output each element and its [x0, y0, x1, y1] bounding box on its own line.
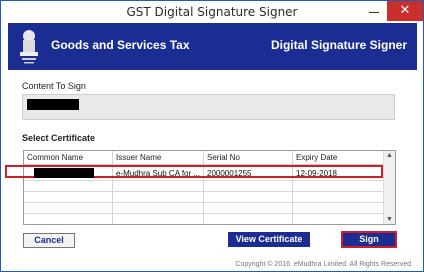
content-to-sign-label: Content To Sign	[22, 81, 86, 91]
national-emblem-icon	[20, 30, 38, 64]
redacted-common-name	[34, 168, 94, 178]
window-title: GST Digital Signature Signer	[126, 5, 298, 19]
column-header[interactable]: Serial No	[207, 153, 240, 162]
redacted-content	[27, 99, 79, 110]
certificate-table: Common Name Issuer Name Serial No Expiry…	[23, 150, 396, 225]
column-header[interactable]: Common Name	[27, 153, 83, 162]
minimize-icon[interactable]	[367, 3, 381, 17]
signer-window: GST Digital Signature Signer ✕ Goods and…	[0, 0, 424, 272]
sign-button[interactable]: Sign	[341, 231, 397, 248]
column-header[interactable]: Issuer Name	[116, 153, 161, 162]
row-divider	[24, 180, 383, 181]
row-divider	[24, 202, 383, 203]
content-to-sign-box	[22, 94, 395, 120]
column-header[interactable]: Expiry Date	[296, 153, 337, 162]
row-divider	[24, 213, 383, 214]
scroll-up-icon[interactable]: ▲	[386, 152, 393, 159]
select-certificate-label: Select Certificate	[22, 133, 96, 143]
gst-title: Goods and Services Tax	[51, 38, 190, 52]
row-divider	[24, 191, 383, 192]
product-title: Digital Signature Signer	[270, 38, 407, 52]
close-button[interactable]: ✕	[387, 1, 423, 21]
copyright-footer: Copyright © 2016. eMudhra Limited. All R…	[235, 261, 411, 268]
title-bar[interactable]: GST Digital Signature Signer ✕	[1, 1, 423, 23]
view-certificate-button[interactable]: View Certificate	[228, 232, 310, 247]
header-banner: Goods and Services Tax Digital Signature…	[8, 23, 417, 70]
table-scrollbar[interactable]: ▲ ▼	[383, 151, 395, 224]
scroll-down-icon[interactable]: ▼	[386, 216, 393, 223]
cancel-button[interactable]: Cancel	[23, 233, 75, 248]
